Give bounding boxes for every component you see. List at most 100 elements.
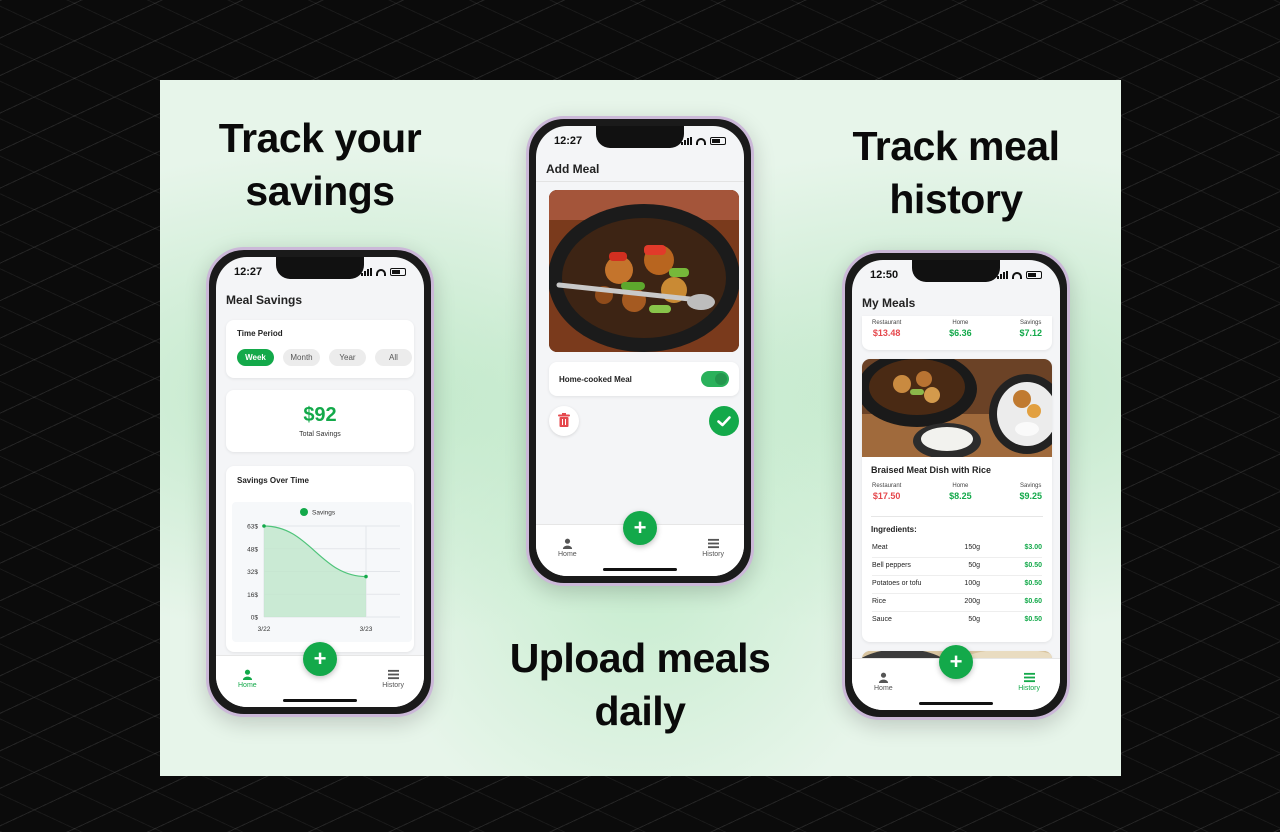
restaurant-price: $13.48 [872,328,901,338]
add-meal-button[interactable]: + [623,511,657,545]
total-savings-label: Total Savings [299,431,341,438]
period-year-button[interactable]: Year [329,349,366,366]
meal-card-1[interactable]: Restaurant $13.48 Home $6.36 Savings $7.12 [862,316,1052,350]
checkmark-icon [717,416,731,427]
period-week-button[interactable]: Week [237,349,274,366]
ingredient-qty: 50g [968,562,980,569]
home-price-label: Home [952,483,969,489]
headline-track-savings: Track your savings [218,115,422,214]
ingredient-cost: $0.50 [1024,562,1042,569]
add-meal-button[interactable]: + [303,642,337,676]
ingredients-title: Ingredients: [871,525,917,534]
phone-screen: 12:27 Add Meal Home-cooked Meal Home + H… [536,126,744,576]
page-title: My Meals [862,296,916,310]
ingredient-name: Potatoes or tofu [872,580,922,587]
page-title: Add Meal [546,162,600,176]
savings-chart-card: Savings Over Time 63$ 48$ 32$ 16$ 0$ 3/22 3/23… [226,466,414,652]
tab-home[interactable]: Home [238,669,257,689]
restaurant-price-label: Restaurant [872,483,902,489]
confirm-button[interactable] [709,406,739,436]
ingredient-name: Meat [872,544,888,551]
phone-add-meal: 12:27 Add Meal Home-cooked Meal Home + H… [526,116,754,586]
chart-y-tick-label: 32$ [247,569,258,576]
ingredient-cost: $0.50 [1024,616,1042,623]
tab-history-label: History [382,682,404,689]
phone-notch [596,126,684,148]
ingredient-qty: 100g [964,580,980,587]
meal-photo-image [549,190,739,352]
phone-screen: 12:27 Meal Savings Time Period Week Mont… [216,257,424,707]
tab-home-label: Home [558,551,577,558]
delete-button[interactable] [549,406,579,436]
total-savings-amount: $92 [303,404,337,426]
chart-section-title: Savings Over Time [237,476,309,485]
ingredient-qty: 200g [964,598,980,605]
time-period-label: Time Period [237,329,283,338]
meal-name: Braised Meat Dish with Rice [871,465,992,475]
ingredient-name: Rice [872,598,887,605]
user-icon [242,669,252,680]
page-title: Meal Savings [226,293,303,307]
status-time: 12:27 [234,266,263,278]
home-price: $6.36 [949,328,972,338]
chart-y-tick-label: 63$ [247,524,258,531]
savings-chart: 63$ 48$ 32$ 16$ 0$ 3/22 3/23 Savings [232,502,412,642]
ingredient-cost: $0.60 [1024,598,1042,605]
tab-home-label: Home [238,682,257,689]
period-month-button[interactable]: Month [283,349,320,366]
home-indicator [603,568,677,571]
home-price: $8.25 [949,491,972,501]
meal-card-2[interactable]: Braised Meat Dish with Rice Restaurant $1… [862,359,1052,642]
restaurant-price: $17.50 [872,491,901,501]
meal-photo[interactable] [549,190,739,352]
meal-photo [862,359,1052,457]
wifi-icon [696,137,706,145]
home-indicator [283,699,357,702]
wifi-icon [376,268,386,276]
headline-track-history: Track meal history [852,123,1061,222]
period-all-button[interactable]: All [375,349,412,366]
list-icon [707,538,719,549]
ingredient-cost: $0.50 [1024,580,1042,587]
phone-screen: 12:50 My Meals Restaurant $13.48 Home $6.3… [852,260,1060,710]
tab-history[interactable]: History [1018,672,1040,692]
restaurant-price-label: Restaurant [872,320,902,326]
battery-icon [1026,271,1042,279]
home-price-label: Home [952,320,969,326]
savings-price: $9.25 [1019,491,1042,501]
chart-x-tick-label: 3/23 [360,626,373,633]
tab-home-label: Home [874,685,893,692]
phone-meal-savings: 12:27 Meal Savings Time Period Week Mont… [206,247,434,717]
ingredient-name: Bell peppers [872,562,911,569]
savings-price: $7.12 [1019,328,1042,338]
ingredient-qty: 50g [968,616,980,623]
total-savings-card: $92 Total Savings [226,390,414,452]
time-period-card: Time Period Week Month Year All [226,320,414,378]
home-cooked-toggle[interactable] [701,371,729,387]
phone-my-meals: 12:50 My Meals Restaurant $13.48 Home $6.3… [842,250,1070,720]
wifi-icon [1012,271,1022,279]
battery-icon [390,268,406,276]
savings-price-label: Savings [1020,483,1042,489]
tab-home[interactable]: Home [874,672,893,692]
chart-y-tick-label: 48$ [247,546,258,553]
chart-y-tick-label: 0$ [251,615,259,622]
ingredient-row: Rice 200g $0.60 [872,594,1042,612]
chart-legend-swatch [300,508,308,516]
ingredient-row: Sauce 50g $0.50 [872,612,1042,630]
chart-x-tick-label: 3/22 [258,626,271,633]
battery-icon [710,137,726,145]
add-meal-button[interactable]: + [939,645,973,679]
savings-price-label: Savings [1020,320,1042,326]
chart-point [364,574,368,579]
tab-history-label: History [1018,685,1040,692]
phone-notch [276,257,364,279]
chart-y-tick-label: 16$ [247,592,258,599]
tab-history[interactable]: History [382,669,404,689]
headline-upload-meals: Upload meals daily [509,635,771,734]
status-time: 12:27 [554,135,583,147]
home-cooked-card: Home-cooked Meal [549,362,739,396]
tab-history[interactable]: History [702,538,724,558]
ingredient-qty: 150g [964,544,980,551]
tab-home[interactable]: Home [558,538,577,558]
